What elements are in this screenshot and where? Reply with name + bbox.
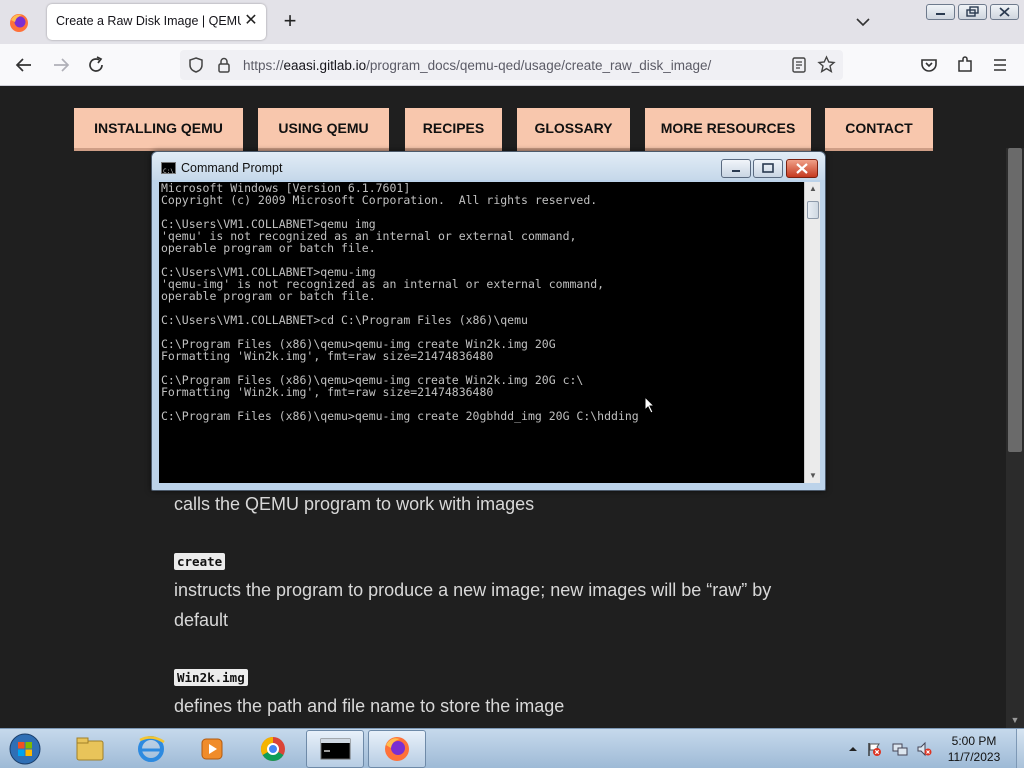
cmd-line: Formatting 'Win2k.img', fmt=raw size=214… [161,385,494,399]
show-hidden-icons-icon[interactable] [845,741,861,757]
nav-using-qemu[interactable]: USING QEMU [258,108,389,148]
clock-date: 11/7/2023 [947,750,1001,764]
lock-icon[interactable] [216,56,232,79]
taskbar-media-player[interactable] [183,730,241,768]
taskbar-command-prompt[interactable] [306,730,364,768]
reader-view-icon[interactable] [790,56,808,79]
cmd-scroll-down-icon[interactable]: ▼ [805,469,821,483]
url-path: /program_docs/qemu-qed/usage/create_raw_… [366,58,712,73]
hamburger-menu-icon[interactable] [987,52,1013,78]
extensions-icon[interactable] [952,52,978,78]
volume-muted-icon[interactable] [916,741,932,757]
cmd-line: Formatting 'Win2k.img', fmt=raw size=214… [161,349,494,363]
taskbar-firefox[interactable] [368,730,426,768]
cmd-line: operable program or batch file. [161,289,376,303]
new-tab-button[interactable]: + [278,9,302,35]
pocket-icon[interactable] [916,52,942,78]
nav-glossary[interactable]: GLOSSARY [517,108,630,148]
taskbar-explorer[interactable] [61,730,119,768]
cmd-lines: Microsoft Windows [Version 6.1.7601] Copy… [161,182,639,422]
cmd-line: Copyright (c) 2009 Microsoft Corporation… [161,193,598,207]
command-prompt-window[interactable]: C:\ Command Prompt Microsoft Windows [Ve… [151,151,826,491]
page-scrollbar-thumb[interactable] [1008,148,1022,452]
close-window-button[interactable] [990,4,1019,20]
nav-contact[interactable]: CONTACT [825,108,933,148]
url-text: https://eaasi.gitlab.io/program_docs/qem… [243,58,711,73]
url-prefix: https:// [243,58,284,73]
reload-icon[interactable] [83,52,109,78]
cmd-line: C:\Program Files (x86)\qemu>qemu-img cre… [161,409,639,423]
article-para-create-line2: default [174,610,229,630]
tab-title: Create a Raw Disk Image | QEMU QED [56,14,241,28]
cmd-titlebar[interactable]: C:\ Command Prompt [152,152,825,180]
cmd-scroll-thumb[interactable] [807,201,819,219]
browser-nav-bar: https://eaasi.gitlab.io/program_docs/qem… [0,44,1024,86]
network-icon[interactable] [892,741,908,757]
article-para-path: defines the path and file name to store … [174,696,565,716]
article-para-qemu-img: calls the QEMU program to work with imag… [174,494,535,514]
url-host: eaasi.gitlab.io [283,58,367,73]
browser-tab-bar: Create a Raw Disk Image | QEMU QED ✕ + [0,0,1024,44]
article-para-create-line1: instructs the program to produce a new i… [174,580,772,600]
nav-more-resources[interactable]: MORE RESOURCES [645,108,811,148]
restore-button[interactable] [958,4,987,20]
cmd-scroll-up-icon[interactable]: ▲ [805,182,821,196]
system-clock[interactable]: 5:00 PM 11/7/2023 [935,733,1013,765]
minimize-button[interactable] [926,4,955,20]
browser-tab-active[interactable]: Create a Raw Disk Image | QEMU QED ✕ [47,4,266,40]
cmd-close-button[interactable] [786,159,818,178]
scroll-down-arrow-icon[interactable]: ▼ [1006,713,1024,727]
tab-close-icon[interactable]: ✕ [242,12,260,30]
nav-installing-qemu[interactable]: INSTALLING QEMU [74,108,243,148]
firefox-view-icon[interactable] [6,10,32,36]
cmd-console-output[interactable]: Microsoft Windows [Version 6.1.7601] Copy… [159,182,804,483]
cmd-line: operable program or batch file. [161,241,376,255]
cmd-app-icon: C:\ [161,162,176,175]
taskbar-internet-explorer[interactable] [122,730,180,768]
back-icon[interactable] [11,52,37,78]
cmd-line: C:\Users\VM1.COLLABNET>cd C:\Program Fil… [161,313,528,327]
bookmark-star-icon[interactable] [817,55,836,79]
cmd-scrollbar[interactable]: ▲ ▼ [804,182,820,483]
taskbar-chrome[interactable] [244,730,302,768]
cmd-maximize-button[interactable] [753,159,783,178]
cmd-minimize-button[interactable] [721,159,751,178]
start-button[interactable] [6,731,44,767]
code-create: create [174,553,226,570]
mouse-cursor-icon [644,395,656,419]
url-bar[interactable]: https://eaasi.gitlab.io/program_docs/qem… [180,50,843,80]
show-desktop-button[interactable] [1016,729,1024,768]
nav-recipes[interactable]: RECIPES [405,108,502,148]
forward-icon[interactable] [48,52,74,78]
windows-taskbar: 5:00 PM 11/7/2023 [0,728,1024,768]
cmd-title: Command Prompt [181,161,283,175]
tracking-protection-shield-icon[interactable] [187,56,205,79]
clock-time: 5:00 PM [951,734,997,748]
list-all-tabs-icon[interactable] [851,12,875,32]
svg-text:C:\: C:\ [163,168,174,175]
code-win2k-img: Win2k.img [174,669,248,686]
article-para-create: instructs the program to produce a new i… [174,575,814,635]
action-center-flag-icon[interactable] [866,741,882,757]
